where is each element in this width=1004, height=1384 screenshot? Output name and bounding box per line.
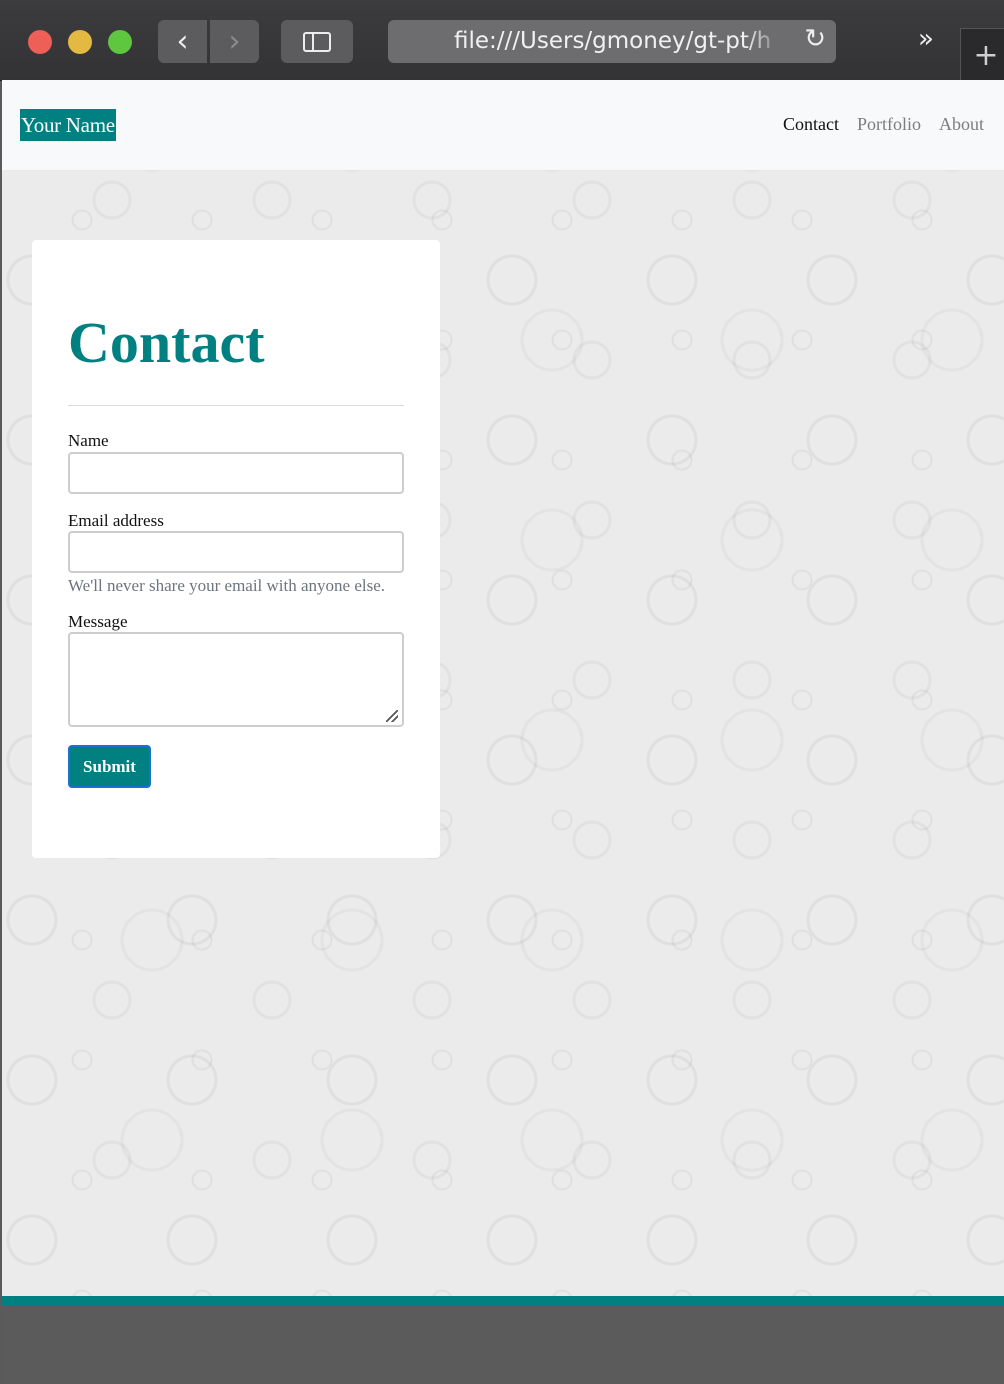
email-input[interactable] xyxy=(68,531,404,573)
message-textarea[interactable] xyxy=(68,632,404,727)
name-input[interactable] xyxy=(68,452,404,494)
browser-toolbar: ‹ › file:///Users/gmoney/gt-pt/h ↻ » + xyxy=(0,0,1004,81)
nav-link-portfolio[interactable]: Portfolio xyxy=(857,114,921,135)
resize-handle-icon[interactable] xyxy=(386,710,398,722)
more-tools-icon[interactable]: » xyxy=(918,24,934,54)
close-window-button[interactable] xyxy=(28,30,52,54)
email-label: Email address xyxy=(68,511,164,530)
email-help-text: We'll never share your email with anyone… xyxy=(68,576,386,595)
address-bar[interactable]: file:///Users/gmoney/gt-pt/h ↻ xyxy=(388,20,836,63)
back-button[interactable]: ‹ xyxy=(158,20,207,63)
sidebar-toggle-button[interactable] xyxy=(281,20,353,63)
nav-link-about[interactable]: About xyxy=(939,114,984,135)
nav-link-contact[interactable]: Contact xyxy=(783,114,839,135)
reload-icon[interactable]: ↻ xyxy=(804,24,826,54)
nav-links: Contact Portfolio About xyxy=(783,114,984,135)
url-text: file:///Users/gmoney/gt-pt/h xyxy=(454,28,772,54)
zoom-window-button[interactable] xyxy=(108,30,132,54)
forward-button[interactable]: › xyxy=(210,20,259,63)
chevron-left-icon: ‹ xyxy=(176,24,189,59)
page-footer xyxy=(2,1306,1004,1384)
new-tab-button[interactable]: + xyxy=(960,28,1004,81)
footer-accent-bar xyxy=(2,1296,1004,1306)
contact-card: Contact Name Email address We'll never s… xyxy=(32,240,440,858)
name-label: Name xyxy=(68,431,109,450)
page-title: Contact xyxy=(68,310,265,375)
page-viewport: Your Name Contact Portfolio About Contac… xyxy=(2,80,1004,1296)
site-navbar: Your Name Contact Portfolio About xyxy=(2,80,1004,170)
brand-link[interactable]: Your Name xyxy=(20,109,116,141)
plus-icon: + xyxy=(973,37,999,73)
submit-button[interactable]: Submit xyxy=(68,745,151,788)
title-divider xyxy=(68,405,404,406)
chevron-right-icon: › xyxy=(228,24,241,59)
sidebar-icon xyxy=(303,31,331,52)
message-label: Message xyxy=(68,612,128,631)
minimize-window-button[interactable] xyxy=(68,30,92,54)
